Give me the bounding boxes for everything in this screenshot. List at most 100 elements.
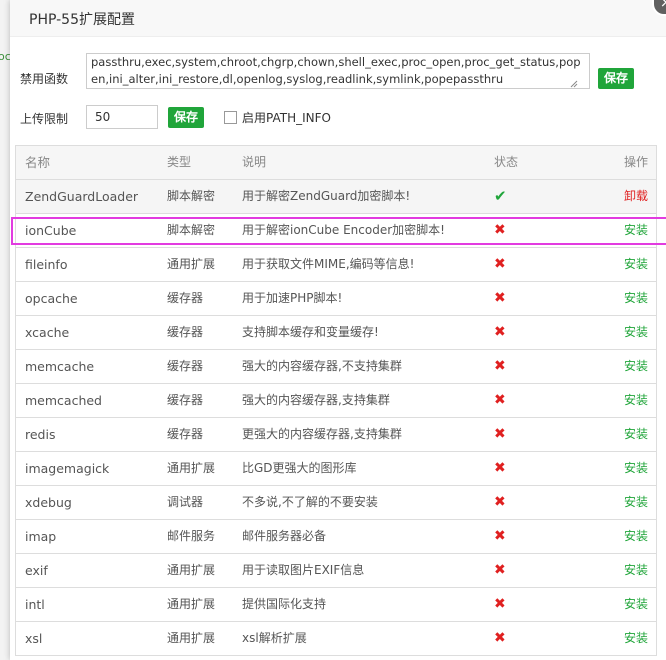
table-row: memcached 缓存器 强大的内容缓存器,支持集群 ✖ 安装 (16, 384, 656, 418)
extension-type: 通用扩展 (167, 461, 216, 475)
pathinfo-label: 启用PATH_INFO (242, 111, 331, 125)
extension-name: xdebug (25, 495, 72, 510)
install-link[interactable]: 安装 (624, 282, 648, 315)
install-link[interactable]: 安装 (624, 350, 648, 383)
not-installed-x-icon: ✖ (494, 494, 506, 510)
extension-type: 缓存器 (167, 291, 204, 305)
header-status: 状态 (494, 155, 519, 169)
dialog-titlebar: PHP-55扩展配置 (10, 0, 666, 37)
table-row: xsl 通用扩展 xsl解析扩展 ✖ 安装 (16, 622, 656, 656)
install-link[interactable]: 安装 (624, 418, 648, 451)
table-row: ionCube 脚本解密 用于解密ionCube Encoder加密脚本! ✖ 安装 (16, 214, 656, 248)
extension-status: ✔ (494, 180, 507, 214)
disable-functions-textarea[interactable]: passthru,exec,system,chroot,chgrp,chown,… (86, 53, 590, 89)
save-disable-functions-button[interactable]: 保存 (598, 68, 634, 89)
extension-desc: 用于读取图片EXIF信息 (242, 563, 365, 577)
install-link[interactable]: 安装 (624, 452, 648, 485)
install-link[interactable]: 安装 (624, 588, 648, 621)
extension-desc: 支持脚本缓存和变量缓存! (242, 325, 379, 339)
upload-limit-label: 上传限制 (20, 112, 69, 126)
install-link[interactable]: 安装 (624, 622, 648, 655)
extension-name: memcache (25, 359, 95, 374)
pathinfo-checkbox[interactable] (224, 111, 237, 124)
install-link[interactable]: 安装 (624, 520, 648, 553)
install-link[interactable]: 安装 (624, 316, 648, 349)
extension-status: ✖ (494, 520, 506, 553)
extension-status: ✖ (494, 418, 506, 451)
extension-status: ✖ (494, 316, 506, 349)
extension-name: imap (25, 529, 57, 544)
not-installed-x-icon: ✖ (494, 630, 506, 646)
upload-limit-input[interactable]: 50 (86, 105, 158, 129)
table-row: opcache 缓存器 用于加速PHP脚本! ✖ 安装 (16, 282, 656, 316)
installed-check-icon: ✔ (494, 187, 507, 205)
not-installed-x-icon: ✖ (494, 562, 506, 578)
extension-type: 缓存器 (167, 325, 204, 339)
extension-desc: 强大的内容缓存器,不支持集群 (242, 359, 402, 373)
extension-name: intl (25, 597, 45, 612)
extension-name: xsl (25, 631, 43, 646)
extension-status: ✖ (494, 214, 506, 247)
extension-name: exif (25, 563, 48, 578)
extension-desc: xsl解析扩展 (242, 631, 307, 645)
not-installed-x-icon: ✖ (494, 256, 506, 272)
extension-type: 通用扩展 (167, 257, 216, 271)
extension-status: ✖ (494, 622, 506, 655)
install-link[interactable]: 安装 (624, 384, 648, 417)
extension-type: 通用扩展 (167, 597, 216, 611)
table-row: imagemagick 通用扩展 比GD更强大的图形库 ✖ 安装 (16, 452, 656, 486)
not-installed-x-icon: ✖ (494, 392, 506, 408)
php-extension-dialog: PHP-55扩展配置 × 禁用函数 passthru,exec,system,c… (10, 0, 666, 660)
extension-type: 脚本解密 (167, 189, 216, 203)
extension-status: ✖ (494, 588, 506, 621)
extension-desc: 强大的内容缓存器,支持集群 (242, 393, 390, 407)
extension-type: 缓存器 (167, 359, 204, 373)
extension-name: imagemagick (25, 461, 110, 476)
extension-status: ✖ (494, 452, 506, 485)
table-row: memcache 缓存器 强大的内容缓存器,不支持集群 ✖ 安装 (16, 350, 656, 384)
header-action: 操作 (623, 155, 648, 169)
dialog-title: PHP-55扩展配置 (29, 12, 135, 28)
extension-status: ✖ (494, 350, 506, 383)
install-link[interactable]: 安装 (624, 214, 648, 247)
extension-type: 调试器 (167, 495, 204, 509)
extension-name: ZendGuardLoader (25, 189, 139, 204)
not-installed-x-icon: ✖ (494, 222, 506, 238)
extension-name: xcache (25, 325, 70, 340)
extension-desc: 不多说,不了解的不要安装 (242, 495, 378, 509)
resize-grip-icon[interactable] (570, 80, 578, 88)
table-row: intl 通用扩展 提供国际化支持 ✖ 安装 (16, 588, 656, 622)
table-row: imap 邮件服务 邮件服务器必备 ✖ 安装 (16, 520, 656, 554)
extension-status: ✖ (494, 248, 506, 281)
uninstall-link[interactable]: 卸载 (624, 180, 648, 213)
not-installed-x-icon: ✖ (494, 358, 506, 374)
not-installed-x-icon: ✖ (494, 426, 506, 442)
extension-type: 通用扩展 (167, 563, 216, 577)
extension-status: ✖ (494, 282, 506, 315)
extension-name: memcached (25, 393, 102, 408)
extension-type: 邮件服务 (167, 529, 216, 543)
extension-desc: 用于加速PHP脚本! (242, 291, 343, 305)
install-link[interactable]: 安装 (624, 486, 648, 519)
table-row: redis 缓存器 更强大的内容缓存器,支持集群 ✖ 安装 (16, 418, 656, 452)
not-installed-x-icon: ✖ (494, 290, 506, 306)
header-name: 名称 (25, 155, 51, 170)
extension-type: 脚本解密 (167, 223, 216, 237)
install-link[interactable]: 安装 (624, 248, 648, 281)
extension-status: ✖ (494, 384, 506, 417)
not-installed-x-icon: ✖ (494, 324, 506, 340)
extension-name: ionCube (25, 223, 77, 238)
extension-desc: 用于解密ZendGuard加密脚本! (242, 189, 411, 203)
table-body: ZendGuardLoader 脚本解密 用于解密ZendGuard加密脚本! ✔ 卸载… (16, 180, 656, 656)
install-link[interactable]: 安装 (624, 554, 648, 587)
extension-status: ✖ (494, 554, 506, 587)
table-row: ZendGuardLoader 脚本解密 用于解密ZendGuard加密脚本! ✔ 卸载 (16, 180, 656, 214)
not-installed-x-icon: ✖ (494, 596, 506, 612)
extension-table: 名称 类型 说明 状态 操作 ZendGuardLoader 脚本解密 用于解密Ze… (15, 145, 657, 656)
save-upload-limit-button[interactable]: 保存 (168, 107, 204, 128)
extension-desc: 更强大的内容缓存器,支持集群 (242, 427, 402, 441)
extension-type: 通用扩展 (167, 631, 216, 645)
table-header: 名称 类型 说明 状态 操作 (16, 146, 656, 180)
extension-type: 缓存器 (167, 427, 204, 441)
extension-desc: 用于获取文件MIME,编码等信息! (242, 257, 415, 271)
